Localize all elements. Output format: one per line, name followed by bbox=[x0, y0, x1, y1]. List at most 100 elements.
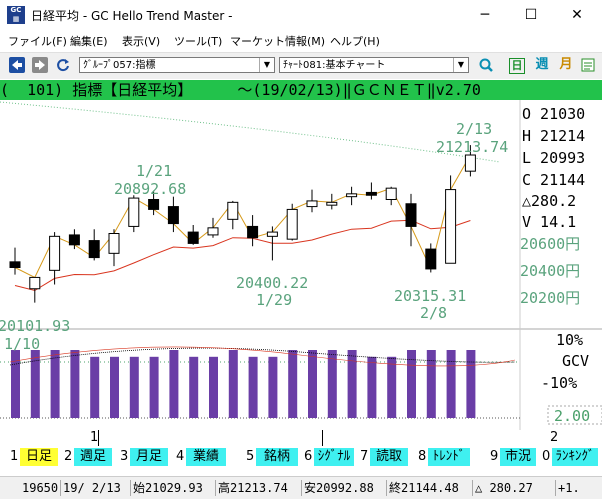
candle-body bbox=[385, 187, 397, 200]
volume-bar bbox=[70, 350, 80, 418]
ratio-value: 2.00 bbox=[554, 407, 590, 425]
fnkey-number-10: 0 bbox=[542, 449, 551, 464]
refresh-button[interactable] bbox=[55, 57, 71, 73]
candle-body bbox=[365, 191, 377, 196]
status-close: 終21144.48 bbox=[386, 480, 459, 496]
peak-value-label: 20892.68 bbox=[114, 180, 186, 198]
notes-button[interactable] bbox=[580, 57, 596, 73]
date-axis: 1 2 bbox=[0, 430, 602, 446]
candle-body bbox=[464, 154, 476, 172]
candle-body bbox=[88, 240, 100, 259]
candle-body bbox=[68, 234, 80, 246]
peak-date-label: 1/21 bbox=[136, 162, 172, 180]
candle-body bbox=[306, 200, 318, 208]
scale-label-20600: 20600円 bbox=[520, 235, 580, 253]
chart-header: ( 101) 指標【日経平均】 〜(19/02/13)‖ＧＣＮＥＴ‖v2.70 bbox=[0, 80, 602, 100]
daily-button[interactable]: 日 bbox=[509, 58, 525, 74]
volume-bar bbox=[149, 356, 159, 418]
trough-date-label: 1/29 bbox=[256, 291, 292, 309]
volume-bar bbox=[110, 356, 119, 418]
candle-body bbox=[445, 189, 457, 264]
candle-body bbox=[49, 235, 61, 271]
group-select[interactable]: ｸﾞﾙｰﾌﾟ057:指標 ▼ bbox=[79, 57, 275, 73]
chevron-down-icon: ▼ bbox=[259, 58, 274, 72]
app-icon: GC ▦ bbox=[7, 6, 25, 24]
gcv-plus-label: 10% bbox=[556, 331, 583, 349]
fnkey-number-3: 3 bbox=[120, 449, 129, 464]
maximize-button[interactable]: ☐ bbox=[508, 0, 554, 30]
fnkey-number-4: 4 bbox=[176, 449, 185, 464]
fnkey-number-9: 9 bbox=[490, 449, 499, 464]
candle-body bbox=[128, 197, 140, 227]
start-value-label: 20101.93 bbox=[0, 317, 70, 335]
moving-averages bbox=[0, 101, 501, 292]
volume-bar bbox=[407, 350, 416, 418]
back-button[interactable] bbox=[9, 57, 25, 73]
monthly-button[interactable]: 月 bbox=[557, 56, 575, 74]
volume-bar bbox=[288, 350, 298, 418]
candle-body bbox=[266, 231, 278, 237]
status-open: 始21029.93 bbox=[130, 480, 203, 496]
trough-value-label: 20400.22 bbox=[236, 274, 308, 292]
menu-file[interactable]: ファイル(F) bbox=[8, 33, 67, 49]
menu-view[interactable]: 表示(V) bbox=[122, 33, 160, 49]
fnkey-button-2[interactable]: 週足 bbox=[74, 448, 112, 466]
fnkey-button-9[interactable]: 市況 bbox=[500, 448, 536, 466]
long-trend-dotted-line bbox=[0, 101, 501, 163]
close-button[interactable]: ✕ bbox=[554, 0, 600, 30]
menu-market-info[interactable]: マーケット情報(M) bbox=[230, 33, 325, 49]
gcv-signal-line bbox=[9, 346, 516, 367]
high-value-label: 21213.74 bbox=[436, 138, 508, 156]
fnkey-button-8[interactable]: ﾄﾚﾝﾄﾞ bbox=[428, 448, 470, 466]
menu-help[interactable]: ヘルプ(H) bbox=[330, 33, 380, 49]
minimize-button[interactable]: ─ bbox=[462, 0, 508, 30]
fnkey-button-3[interactable]: 月足 bbox=[130, 448, 168, 466]
volume-bar bbox=[228, 350, 238, 418]
volume-bar bbox=[308, 350, 317, 418]
chart-select[interactable]: ﾁｬｰﾄ081:基本チャート ▼ bbox=[279, 57, 469, 73]
fnkey-number-7: 7 bbox=[360, 449, 369, 464]
fnkey-button-5[interactable]: 銘柄 bbox=[256, 448, 298, 466]
volume-bar bbox=[367, 356, 377, 418]
candle-body bbox=[167, 206, 179, 225]
scale-label-20400: 20400円 bbox=[520, 262, 580, 280]
change-value: △280.2 bbox=[522, 192, 576, 210]
volume-bar bbox=[446, 350, 456, 418]
fnkey-number-2: 2 bbox=[64, 449, 73, 464]
close-trend-line bbox=[14, 154, 471, 279]
month-marker-2: 2 bbox=[550, 430, 559, 445]
fnkey-button-10[interactable]: ﾗﾝｷﾝｸﾞ bbox=[552, 448, 598, 466]
forward-button[interactable] bbox=[32, 57, 48, 73]
volume-bar bbox=[209, 356, 218, 418]
volume-bar bbox=[90, 356, 100, 418]
candle-body bbox=[425, 248, 437, 270]
fnkey-button-1[interactable]: 日足 bbox=[20, 448, 58, 466]
fnkey-number-5: 5 bbox=[246, 449, 255, 464]
menu-edit[interactable]: 編集(E) bbox=[70, 33, 108, 49]
title-bar: GC ▦ 日経平均 - GC Hello Trend Master - ─ ☐ ✕ bbox=[0, 0, 602, 30]
search-button[interactable] bbox=[478, 57, 494, 73]
candle-body bbox=[187, 231, 199, 244]
volume-bar bbox=[50, 350, 60, 418]
close-value: C 21144 bbox=[522, 171, 585, 189]
low-date-label: 2/8 bbox=[420, 304, 447, 322]
volume-bar bbox=[169, 350, 179, 418]
volume-bar bbox=[189, 356, 199, 418]
status-low: 安20992.88 bbox=[301, 480, 374, 496]
candle-body bbox=[29, 276, 41, 290]
chevron-down-icon: ▼ bbox=[453, 58, 468, 72]
low-value: L 20993 bbox=[522, 149, 585, 167]
arrow-right-icon bbox=[35, 60, 45, 70]
price-chart[interactable]: 2/13 21213.74 1/21 20892.68 20400.22 1/2… bbox=[0, 100, 602, 430]
menu-tools[interactable]: ツール(T) bbox=[174, 33, 222, 49]
candle-body bbox=[405, 203, 417, 227]
fnkey-button-7[interactable]: 読取 bbox=[370, 448, 408, 466]
fnkey-number-8: 8 bbox=[418, 449, 427, 464]
weekly-button[interactable]: 週 bbox=[533, 56, 551, 74]
status-plus: +1. bbox=[555, 480, 580, 496]
candle-body bbox=[9, 261, 21, 268]
fnkey-button-4[interactable]: 業績 bbox=[186, 448, 226, 466]
volume-bar bbox=[129, 356, 139, 418]
fnkey-button-6[interactable]: ｼｸﾞﾅﾙ bbox=[314, 448, 354, 466]
volume-bars bbox=[9, 346, 516, 418]
